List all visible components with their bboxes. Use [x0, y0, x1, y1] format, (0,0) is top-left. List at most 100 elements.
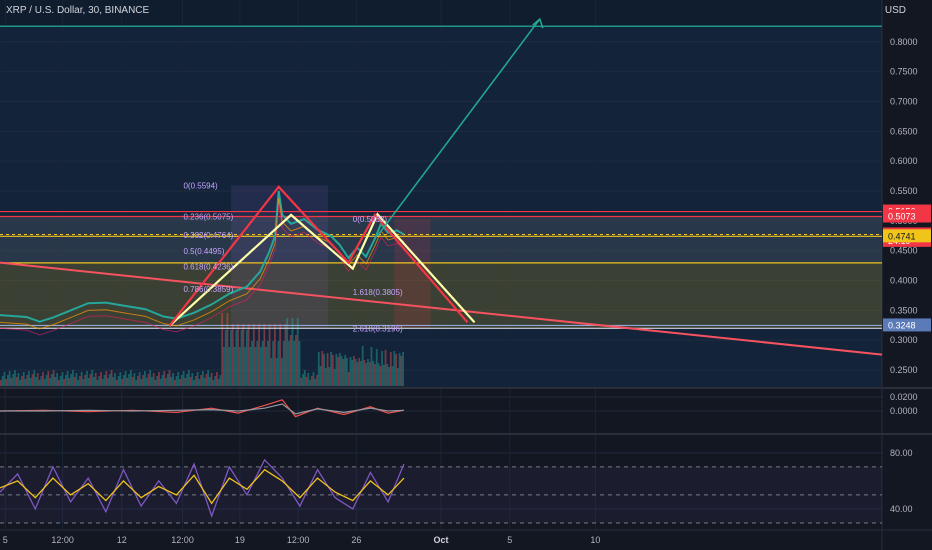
volume-bar	[47, 371, 50, 386]
y-tick-label: 0.4500	[890, 246, 918, 256]
volume-bar	[177, 372, 180, 386]
volume-bar	[184, 378, 187, 386]
volume-bar	[193, 380, 195, 386]
volume-bar	[198, 379, 201, 386]
volume-bar	[94, 373, 97, 386]
volume-bar	[284, 324, 287, 386]
y-tick-label: 0.6000	[890, 156, 918, 166]
y-tick-label: 0.3500	[890, 305, 918, 315]
volume-bar	[172, 373, 174, 386]
volume-bar	[201, 371, 204, 386]
volume-bar	[112, 377, 115, 386]
volume-bar	[235, 330, 238, 386]
volume-bar	[89, 374, 92, 386]
symbol-title: XRP / U.S. Dollar, 30, BINANCE	[6, 5, 150, 16]
volume-bar	[133, 373, 136, 386]
fib-level-label: 0(0.5033)	[353, 215, 388, 224]
volume-bar	[1, 376, 4, 386]
volume-bar	[59, 376, 62, 386]
volume-bar	[50, 374, 53, 386]
volume-bar	[277, 341, 280, 386]
volume-bar	[110, 370, 113, 386]
volume-bar	[77, 380, 80, 386]
volume-bar	[26, 375, 29, 386]
volume-bar	[391, 366, 394, 386]
volume-bar	[140, 379, 143, 386]
y-tick-label: 0.0000	[890, 406, 918, 416]
fib-level-label: 0.382(0.4764)	[183, 231, 233, 240]
volume-bar	[345, 358, 348, 386]
volume-bar	[145, 378, 148, 386]
y-tick-label: 80.00	[890, 448, 913, 458]
y-tick-label: 40.00	[890, 504, 913, 514]
volume-bar	[386, 364, 389, 386]
volume-bar	[307, 373, 310, 386]
volume-bar	[240, 330, 243, 386]
volume-bar	[344, 355, 347, 386]
volume-bar	[93, 377, 95, 386]
volume-bar	[300, 378, 303, 386]
volume-bar	[324, 368, 327, 386]
volume-bar	[38, 380, 41, 386]
volume-bar	[54, 377, 57, 386]
volume-bar	[124, 371, 127, 386]
volume-bar	[100, 372, 102, 386]
volume-bar	[263, 324, 266, 386]
volume-bar	[42, 372, 44, 386]
volume-bar	[103, 375, 106, 386]
volume-bar	[15, 377, 18, 386]
volume-bar	[342, 359, 345, 386]
volume-bar	[314, 379, 317, 386]
y-tick-label: 0.6500	[890, 126, 918, 136]
fib-level-label: 0(0.5594)	[183, 181, 218, 190]
y-tick-label: 0.0200	[890, 392, 918, 402]
volume-bar	[131, 377, 134, 386]
volume-bar	[252, 324, 255, 386]
volume-bar	[310, 376, 313, 386]
volume-bar	[340, 356, 343, 386]
volume-bar	[82, 379, 85, 386]
volume-bar	[36, 373, 39, 386]
volume-bar	[317, 352, 320, 386]
volume-bar	[212, 380, 215, 386]
volume-bar	[175, 376, 178, 386]
volume-bar	[384, 350, 387, 386]
volume-bar	[7, 375, 9, 386]
volume-bar	[275, 358, 278, 386]
y-tick-label: 0.3000	[890, 335, 918, 345]
volume-bar	[79, 376, 81, 386]
volume-bar	[349, 357, 352, 386]
volume-bar	[268, 324, 271, 386]
volume-bar	[205, 374, 208, 386]
volume-bar	[244, 347, 246, 386]
volume-bar	[233, 347, 236, 386]
volume-bar	[249, 347, 252, 386]
volume-bar	[129, 370, 132, 386]
volume-bar	[173, 380, 176, 386]
volume-bar	[370, 347, 373, 386]
volume-bar	[368, 362, 371, 386]
volume-bar	[87, 378, 90, 386]
volume-bar	[14, 370, 16, 386]
volume-bar	[224, 330, 227, 386]
volume-bar	[56, 373, 59, 386]
volume-bar	[163, 371, 166, 386]
volume-bar	[302, 374, 304, 386]
volume-bar	[159, 379, 162, 386]
volume-bar	[230, 330, 232, 386]
volume-bar	[119, 372, 122, 386]
price-zone	[0, 216, 882, 263]
volume-bar	[24, 379, 27, 386]
volume-bar	[161, 375, 164, 386]
x-tick-label: 12:00	[287, 535, 310, 545]
volume-bar	[312, 372, 315, 386]
y-tick-label: 0.4000	[890, 276, 918, 286]
chart-canvas[interactable]: 0.25000.30000.35000.40000.45000.50000.55…	[0, 0, 932, 550]
volume-bar	[323, 354, 325, 386]
volume-bar	[91, 370, 94, 386]
volume-bar	[272, 341, 275, 386]
volume-bar	[266, 341, 269, 386]
volume-bar	[73, 377, 76, 386]
volume-bar	[117, 376, 120, 386]
volume-bar	[126, 378, 129, 386]
